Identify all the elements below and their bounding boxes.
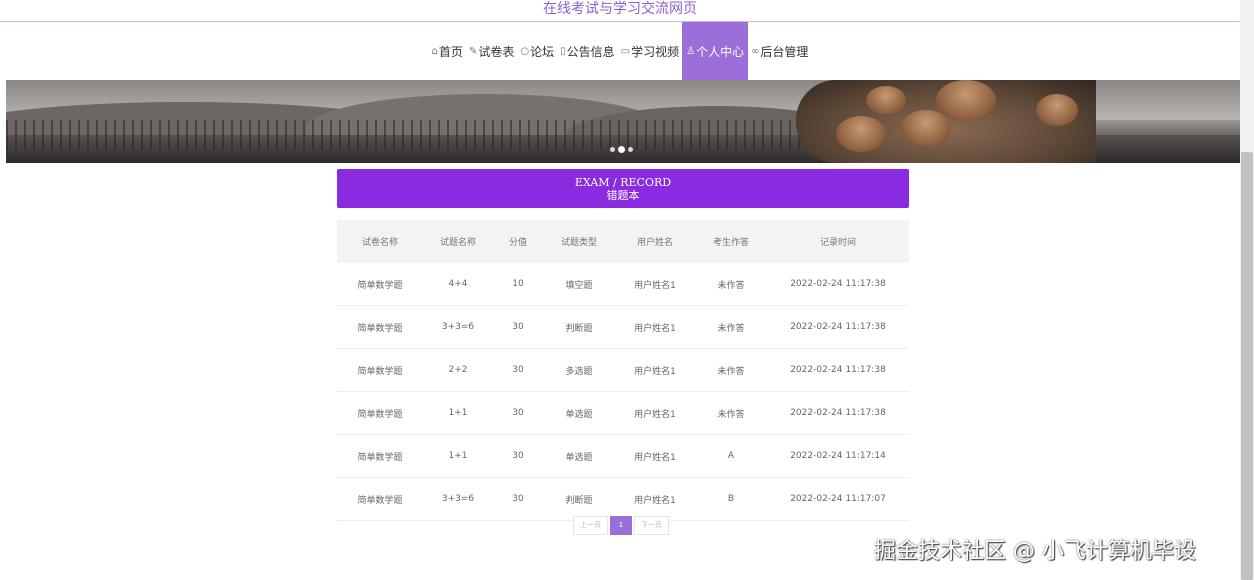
next-page-button[interactable]: 下一页 bbox=[634, 516, 669, 535]
nav-item[interactable]: ∞ 后台管理 bbox=[748, 22, 811, 80]
table-cell: 填空题 bbox=[543, 262, 615, 306]
nav-item[interactable]: ▯ 公告信息 bbox=[557, 22, 618, 80]
table-cell: 用户姓名1 bbox=[615, 391, 695, 435]
home-icon: ⌂ bbox=[431, 45, 438, 57]
column-header: 记录时间 bbox=[767, 220, 909, 263]
table-cell: 10 bbox=[493, 262, 543, 306]
table-cell: 用户姓名1 bbox=[615, 262, 695, 306]
table-cell: 单选题 bbox=[543, 434, 615, 478]
table-row[interactable]: 简单数学题 1+1 30 单选题 用户姓名1 A 2022-02-24 11:17:14 bbox=[337, 434, 909, 478]
nav-item-label: 学习视频 bbox=[631, 44, 680, 59]
table-cell: 单选题 bbox=[543, 391, 615, 435]
pagination: 上一页 1 下一页 bbox=[573, 516, 669, 535]
nav-item-label: 公告信息 bbox=[566, 44, 615, 59]
nav-item-label: 试卷表 bbox=[478, 44, 515, 59]
video-icon: ▭ bbox=[620, 45, 631, 57]
table-cell: 用户姓名1 bbox=[615, 434, 695, 478]
table-cell: 用户姓名1 bbox=[615, 305, 695, 349]
table-cell: 简单数学题 bbox=[337, 391, 423, 435]
table-cell: 2+2 bbox=[423, 348, 493, 392]
table-cell: 简单数学题 bbox=[337, 434, 423, 478]
section-header: EXAM / RECORD 错题本 bbox=[337, 169, 909, 208]
page-number-button[interactable]: 1 bbox=[610, 516, 632, 535]
column-header: 试题名称 bbox=[423, 220, 493, 263]
table-cell: 简单数学题 bbox=[337, 348, 423, 392]
table-cell: 1+1 bbox=[423, 434, 493, 478]
table-row[interactable]: 简单数学题 3+3=6 30 判断题 用户姓名1 B 2022-02-24 11:17:07 bbox=[337, 477, 909, 521]
table-cell: 判断题 bbox=[543, 305, 615, 349]
table-cell: 多选题 bbox=[543, 348, 615, 392]
table-cell: 用户姓名1 bbox=[615, 477, 695, 521]
prev-page-button[interactable]: 上一页 bbox=[573, 516, 608, 535]
scrollbar-thumb[interactable] bbox=[1241, 152, 1253, 580]
table-header-row: 试卷名称 试题名称 分值 试题类型 用户姓名 考生作答 记录时间 bbox=[337, 220, 909, 263]
table-cell: 30 bbox=[493, 477, 543, 521]
table-cell: A bbox=[695, 434, 767, 478]
carousel-dot[interactable] bbox=[610, 147, 615, 152]
section-title-zh: 错题本 bbox=[606, 189, 640, 202]
user-icon: ♙ bbox=[686, 45, 696, 57]
table-cell: 未作答 bbox=[695, 348, 767, 392]
nav-item[interactable]: ▭ 学习视频 bbox=[618, 22, 682, 80]
notice-icon: ▯ bbox=[560, 45, 566, 57]
column-header: 用户姓名 bbox=[615, 220, 695, 263]
table-cell: 4+4 bbox=[423, 262, 493, 306]
table-cell: 未作答 bbox=[695, 391, 767, 435]
table-cell: 3+3=6 bbox=[423, 477, 493, 521]
column-header: 试题类型 bbox=[543, 220, 615, 263]
table-body: 简单数学题 4+4 10 填空题 用户姓名1 未作答 2022-02-24 11:17:38… bbox=[337, 262, 909, 521]
nav-item[interactable]: ⌂ 首页 bbox=[429, 22, 466, 80]
table-cell: 判断题 bbox=[543, 477, 615, 521]
table-row[interactable]: 简单数学题 2+2 30 多选题 用户姓名1 未作答 2022-02-24 11:17:38 bbox=[337, 348, 909, 392]
tag-icon: ✎ bbox=[468, 45, 478, 57]
table-cell: 30 bbox=[493, 434, 543, 478]
table-cell: B bbox=[695, 477, 767, 521]
nav-item[interactable]: ✎ 试卷表 bbox=[466, 22, 517, 80]
carousel-dot[interactable] bbox=[618, 146, 625, 153]
table-cell: 2022-02-24 11:17:38 bbox=[767, 348, 909, 392]
nav-item-label: 论坛 bbox=[530, 44, 555, 59]
carousel-indicators[interactable] bbox=[610, 146, 633, 153]
watermark: 掘金技术社区 @ 小飞计算机毕设 bbox=[874, 539, 1196, 564]
column-header: 试卷名称 bbox=[337, 220, 423, 263]
teaset-image bbox=[796, 80, 1096, 163]
carousel-dot[interactable] bbox=[628, 147, 633, 152]
banner-trees bbox=[6, 120, 806, 150]
table-cell: 2022-02-24 11:17:14 bbox=[767, 434, 909, 478]
nav-item[interactable]: ○ 论坛 bbox=[517, 22, 557, 80]
chat-icon: ○ bbox=[520, 45, 530, 57]
table-cell: 用户姓名1 bbox=[615, 348, 695, 392]
table-cell: 2022-02-24 11:17:07 bbox=[767, 477, 909, 521]
column-header: 分值 bbox=[493, 220, 543, 263]
table-cell: 未作答 bbox=[695, 262, 767, 306]
nav-item-label: 后台管理 bbox=[760, 44, 809, 59]
nav-item-label: 首页 bbox=[438, 44, 463, 59]
nav-item-label: 个人中心 bbox=[696, 44, 745, 59]
table-cell: 2022-02-24 11:17:38 bbox=[767, 262, 909, 306]
table-row[interactable]: 简单数学题 3+3=6 30 判断题 用户姓名1 未作答 2022-02-24 11:17:… bbox=[337, 305, 909, 349]
table-cell: 未作答 bbox=[695, 305, 767, 349]
site-title: 在线考试与学习交流网页 bbox=[0, 0, 1240, 22]
vertical-scrollbar[interactable] bbox=[1240, 0, 1254, 580]
records-table: 试卷名称 试题名称 分值 试题类型 用户姓名 考生作答 记录时间 简单数学题 4+4 10 填空题… bbox=[337, 220, 909, 521]
table-cell: 2022-02-24 11:17:38 bbox=[767, 305, 909, 349]
banner-carousel[interactable] bbox=[6, 80, 1240, 163]
table-cell: 简单数学题 bbox=[337, 477, 423, 521]
nav-item[interactable]: ♙ 个人中心 bbox=[682, 22, 749, 80]
table-cell: 2022-02-24 11:17:38 bbox=[767, 391, 909, 435]
table-cell: 3+3=6 bbox=[423, 305, 493, 349]
table-row[interactable]: 简单数学题 4+4 10 填空题 用户姓名1 未作答 2022-02-24 11:17:38 bbox=[337, 262, 909, 306]
table-cell: 30 bbox=[493, 348, 543, 392]
table-cell: 简单数学题 bbox=[337, 305, 423, 349]
table-cell: 1+1 bbox=[423, 391, 493, 435]
link-icon: ∞ bbox=[751, 45, 760, 57]
table-cell: 简单数学题 bbox=[337, 262, 423, 306]
section-title-en: EXAM / RECORD bbox=[574, 176, 672, 189]
column-header: 考生作答 bbox=[695, 220, 767, 263]
table-row[interactable]: 简单数学题 1+1 30 单选题 用户姓名1 未作答 2022-02-24 11:17:38 bbox=[337, 391, 909, 435]
table-cell: 30 bbox=[493, 305, 543, 349]
table-cell: 30 bbox=[493, 391, 543, 435]
main-nav: ⌂ 首页 ✎ 试卷表 ○ 论坛 ▯ 公告信息 ▭ 学习视频 ♙ 个人中心 ∞ 后台管理 bbox=[0, 22, 1240, 80]
